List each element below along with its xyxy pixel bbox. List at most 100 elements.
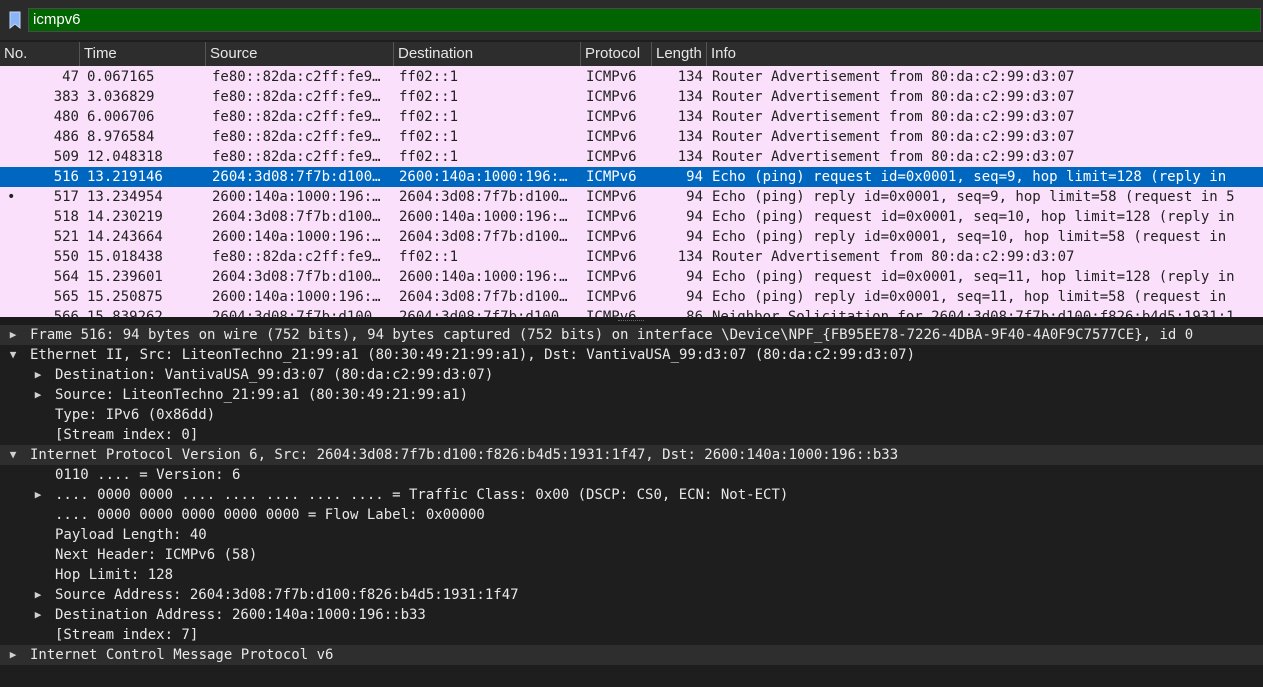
tree-field[interactable]: Next Header: ICMPv6 (58): [0, 545, 1263, 565]
packet-source: fe80::82da:c2ff:fe9…: [212, 109, 381, 125]
column-header-source[interactable]: Source: [206, 42, 394, 66]
tree-item-label: Internet Control Message Protocol v6: [30, 647, 334, 663]
packet-number: 566: [53, 309, 79, 317]
packet-row[interactable]: 564 15.239601 2604:3d08:7f7b:d100… 2600:140…: [0, 267, 1263, 287]
tree-item-label: 0110 .... = Version: 6: [55, 467, 241, 483]
packet-info: Echo (ping) reply id=0x0001, seq=11, hop…: [712, 289, 1227, 305]
tree-item-label: Frame 516: 94 bytes on wire (752 bits), …: [30, 327, 1194, 343]
collapsed-arrow-icon[interactable]: ▶: [32, 385, 44, 405]
tree-field[interactable]: Type: IPv6 (0x86dd): [0, 405, 1263, 425]
packet-info: Echo (ping) request id=0x0001, seq=11, h…: [712, 269, 1235, 285]
packet-destination: 2604:3d08:7f7b:d100…: [399, 309, 568, 317]
packet-source: 2600:140a:1000:196:…: [212, 189, 381, 205]
packet-protocol: ICMPv6: [586, 149, 637, 165]
packet-row[interactable]: 521 14.243664 2600:140a:1000:196:… 2604:3d0…: [0, 227, 1263, 247]
packet-protocol: ICMPv6: [586, 169, 637, 185]
tree-section[interactable]: ▶ Frame 516: 94 bytes on wire (752 bits),…: [0, 325, 1263, 345]
expanded-arrow-icon[interactable]: ▼: [7, 345, 19, 365]
filter-bookmark-icon[interactable]: [6, 9, 24, 31]
packet-source: fe80::82da:c2ff:fe9…: [212, 249, 381, 265]
packet-number: 480: [53, 109, 79, 125]
collapsed-arrow-icon[interactable]: ▶: [32, 365, 44, 385]
tree-section[interactable]: ▼ Ethernet II, Src: LiteonTechno_21:99:a1…: [0, 345, 1263, 365]
collapsed-arrow-icon[interactable]: ▶: [32, 605, 44, 625]
tree-section[interactable]: ▶ Internet Control Message Protocol v6: [0, 645, 1263, 665]
tree-field[interactable]: .... 0000 0000 0000 0000 0000 = Flow Lab…: [0, 505, 1263, 525]
packet-time: 15.018438: [87, 249, 163, 265]
packet-row[interactable]: 486 8.976584 fe80::82da:c2ff:fe9… ff02::1 IC…: [0, 127, 1263, 147]
packet-protocol: ICMPv6: [586, 249, 637, 265]
packet-source: 2604:3d08:7f7b:d100…: [212, 269, 381, 285]
packet-length: 94: [686, 169, 703, 185]
column-header-length[interactable]: Length: [652, 42, 707, 66]
column-header-destination[interactable]: Destination: [394, 42, 581, 66]
collapsed-arrow-icon[interactable]: ▶: [32, 585, 44, 605]
column-header-time[interactable]: Time: [80, 42, 206, 66]
packet-length: 134: [677, 69, 703, 85]
packet-list-header: No. Time Source Destination Protocol Len…: [0, 42, 1263, 66]
tree-field[interactable]: Payload Length: 40: [0, 525, 1263, 545]
tree-field[interactable]: [Stream index: 0]: [0, 425, 1263, 445]
collapsed-arrow-icon[interactable]: ▶: [32, 485, 44, 505]
packet-info: Router Advertisement from 80:da:c2:99:d3…: [712, 89, 1075, 105]
tree-field[interactable]: ▶ Destination Address: 2600:140a:1000:196…: [0, 605, 1263, 625]
packet-destination: 2604:3d08:7f7b:d100…: [399, 229, 568, 245]
packet-source: 2604:3d08:7f7b:d100…: [212, 309, 381, 317]
expanded-arrow-icon[interactable]: ▼: [7, 445, 19, 465]
tree-item-label: Source Address: 2604:3d08:7f7b:d100:f826…: [55, 587, 519, 603]
packet-row[interactable]: 509 12.048318 fe80::82da:c2ff:fe9… ff02::1 I…: [0, 147, 1263, 167]
column-header-protocol[interactable]: Protocol: [581, 42, 652, 66]
packet-source: fe80::82da:c2ff:fe9…: [212, 69, 381, 85]
packet-row[interactable]: 550 15.018438 fe80::82da:c2ff:fe9… ff02::1 I…: [0, 247, 1263, 267]
packet-destination: ff02::1: [399, 149, 459, 165]
packet-time: 15.239601: [87, 269, 163, 285]
tree-field[interactable]: 0110 .... = Version: 6: [0, 465, 1263, 485]
tree-field[interactable]: [Stream index: 7]: [0, 625, 1263, 645]
packet-destination: ff02::1: [399, 89, 459, 105]
packet-row[interactable]: 518 14.230219 2604:3d08:7f7b:d100… 2600:140…: [0, 207, 1263, 227]
packet-time: 15.839262: [87, 309, 163, 317]
tree-item-label: Ethernet II, Src: LiteonTechno_21:99:a1 …: [30, 347, 916, 363]
column-header-info[interactable]: Info: [707, 42, 1263, 66]
packet-number: 47: [62, 69, 79, 85]
tree-field[interactable]: Hop Limit: 128: [0, 565, 1263, 585]
packet-number: 486: [53, 129, 79, 145]
packet-row[interactable]: 565 15.250875 2600:140a:1000:196:… 2604:3d0…: [0, 287, 1263, 307]
tree-field[interactable]: ▶ .... 0000 0000 .... .... .... .... ....…: [0, 485, 1263, 505]
packet-info: Router Advertisement from 80:da:c2:99:d3…: [712, 149, 1075, 165]
packet-time: 6.006706: [87, 109, 155, 125]
tree-section[interactable]: ▼ Internet Protocol Version 6, Src: 2604:…: [0, 445, 1263, 465]
splitter-grip[interactable]: [618, 320, 644, 323]
packet-row[interactable]: 566 15.839262 2604:3d08:7f7b:d100… 2604:3d0…: [0, 307, 1263, 317]
collapsed-arrow-icon[interactable]: ▶: [7, 645, 19, 665]
tree-field[interactable]: ▶ Source Address: 2604:3d08:7f7b:d100:f82…: [0, 585, 1263, 605]
display-filter-input[interactable]: icmpv6: [28, 8, 1261, 32]
tree-item-label: .... 0000 0000 .... .... .... .... .... …: [55, 487, 789, 503]
packet-source: 2604:3d08:7f7b:d100…: [212, 209, 381, 225]
tree-field[interactable]: ▶ Source: LiteonTechno_21:99:a1 (80:30:49…: [0, 385, 1263, 405]
packet-row[interactable]: 480 6.006706 fe80::82da:c2ff:fe9… ff02::1 IC…: [0, 107, 1263, 127]
tree-field[interactable]: ▶ Destination: VantivaUSA_99:d3:07 (80:da…: [0, 365, 1263, 385]
packet-destination: ff02::1: [399, 129, 459, 145]
packet-row[interactable]: 383 3.036829 fe80::82da:c2ff:fe9… ff02::1 IC…: [0, 87, 1263, 107]
column-header-no[interactable]: No.: [0, 42, 80, 66]
packet-number: 564: [53, 269, 79, 285]
display-filter-bar: icmpv6: [0, 0, 1263, 40]
packet-time: 12.048318: [87, 149, 163, 165]
packet-row[interactable]: • 517 13.234954 2600:140a:1000:196:… 2604:3d…: [0, 187, 1263, 207]
packet-time: 14.243664: [87, 229, 163, 245]
packet-destination: ff02::1: [399, 69, 459, 85]
collapsed-arrow-icon[interactable]: ▶: [7, 325, 19, 345]
packet-source: 2600:140a:1000:196:…: [212, 229, 381, 245]
packet-row-selected[interactable]: 516 13.219146 2604:3d08:7f7b:d100… 2600:140…: [0, 167, 1263, 187]
pane-splitter[interactable]: [0, 317, 1263, 325]
packet-length: 134: [677, 89, 703, 105]
packet-row[interactable]: 47 0.067165 fe80::82da:c2ff:fe9… ff02::1 ICM…: [0, 67, 1263, 87]
tree-item-label: .... 0000 0000 0000 0000 0000 = Flow Lab…: [55, 507, 485, 523]
packet-source: 2600:140a:1000:196:…: [212, 289, 381, 305]
packet-info: Router Advertisement from 80:da:c2:99:d3…: [712, 69, 1075, 85]
packet-length: 134: [677, 149, 703, 165]
packet-number: 521: [53, 229, 79, 245]
packet-info: Router Advertisement from 80:da:c2:99:d3…: [712, 249, 1075, 265]
packet-details-tree: ▶ Frame 516: 94 bytes on wire (752 bits),…: [0, 325, 1263, 687]
